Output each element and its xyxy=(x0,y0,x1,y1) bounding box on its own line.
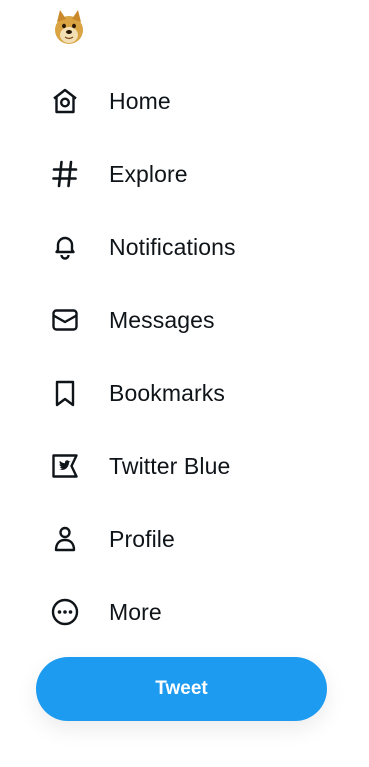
doge-avatar-icon[interactable] xyxy=(52,8,86,46)
hashtag-icon xyxy=(50,159,80,189)
nav-item-label: Bookmarks xyxy=(109,379,225,406)
nav-item-bookmarks[interactable]: Bookmarks xyxy=(38,364,245,422)
bell-icon xyxy=(50,232,80,262)
nav-item-label: Messages xyxy=(109,306,215,333)
twitter-blue-icon xyxy=(50,451,80,481)
tweet-button[interactable]: Tweet xyxy=(36,657,327,721)
sidebar: Home Explore Notifications Messages Book… xyxy=(0,0,369,767)
nav-item-messages[interactable]: Messages xyxy=(38,291,235,349)
nav-item-label: Home xyxy=(109,87,171,114)
nav-item-more[interactable]: More xyxy=(38,583,182,641)
nav-item-profile[interactable]: Profile xyxy=(38,510,195,568)
person-icon xyxy=(50,524,80,554)
nav-item-twitter-blue[interactable]: Twitter Blue xyxy=(38,437,250,495)
more-circle-icon xyxy=(50,597,80,627)
nav-item-home[interactable]: Home xyxy=(38,72,191,130)
nav-item-notifications[interactable]: Notifications xyxy=(38,218,256,276)
envelope-icon xyxy=(50,305,80,335)
nav-item-label: More xyxy=(109,598,162,625)
nav-item-label: Explore xyxy=(109,160,188,187)
home-icon xyxy=(50,86,80,116)
nav-item-label: Notifications xyxy=(109,233,236,260)
bookmark-icon xyxy=(50,378,80,408)
nav-item-label: Profile xyxy=(109,525,175,552)
nav-item-explore[interactable]: Explore xyxy=(38,145,208,203)
nav-item-label: Twitter Blue xyxy=(109,452,231,479)
